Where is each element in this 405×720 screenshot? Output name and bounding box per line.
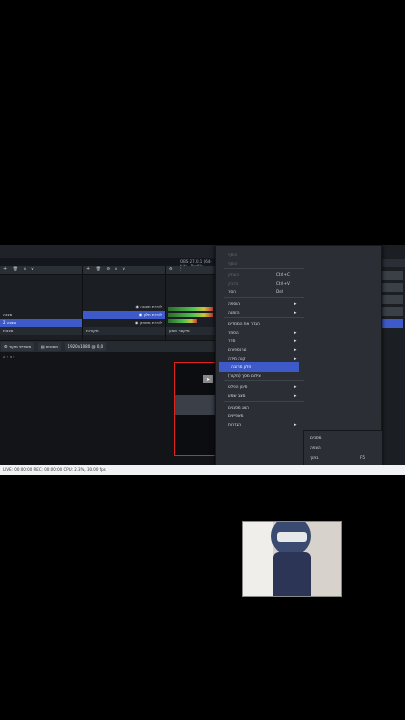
window-info-bar: OBS 27.0.1 (64-bit) - Profile [0, 258, 215, 269]
control-button[interactable] [382, 307, 403, 316]
source-up-icon[interactable]: ∧ [112, 266, 118, 271]
webcam-video [242, 521, 342, 597]
tab-filters[interactable]: ▤ מסננים [37, 342, 61, 351]
person-body [273, 552, 311, 596]
control-button[interactable] [382, 295, 403, 304]
menu-item[interactable]: הזמנה ▸ [216, 308, 381, 318]
menu-shortcut: Del [276, 289, 283, 295]
sources-toolbar: + 🗑 ⚙ ∧ ∨ [83, 266, 165, 275]
selected-source-bounds[interactable] [174, 362, 217, 456]
mixer-settings-icon[interactable]: ⚙ [166, 266, 173, 271]
preview-breadcrumb: ⌂ › ◂ › [3, 354, 15, 359]
mixer-footer: מיקסר שמע [166, 327, 215, 335]
add-scene-button[interactable]: + [0, 266, 7, 272]
tab-label: מסננים [45, 344, 58, 349]
remove-scene-icon[interactable]: 🗑 [9, 266, 18, 271]
menu-item-label: הסר [228, 289, 236, 295]
submenu-item[interactable]: בתוך F5 [304, 453, 382, 463]
submenu-item[interactable]: מסכים [304, 433, 382, 443]
control-button[interactable] [382, 283, 403, 292]
start-recording-button[interactable] [382, 319, 403, 328]
menu-separator [224, 317, 304, 319]
sources-footer: מקורות [83, 327, 165, 335]
menu-item[interactable]: הגדרות ▸ [216, 420, 381, 430]
add-source-button[interactable]: + [83, 266, 90, 272]
submenu-item[interactable]: הצפה [304, 443, 382, 453]
controls-panel [380, 245, 405, 475]
menu-item[interactable]: הסר Del [216, 287, 381, 297]
volume-slider[interactable] [168, 319, 198, 323]
source-item[interactable]: ◉ לכידת תצוגה [83, 303, 165, 311]
captured-window-thumbnail [175, 395, 216, 415]
remove-source-icon[interactable]: 🗑 [92, 266, 101, 271]
menu-item[interactable]: הוסף [216, 259, 381, 269]
tab-source-properties[interactable]: ⚙ מאפייני מקור [1, 342, 35, 351]
submenu-item-label: הצפה [310, 445, 321, 450]
scene-up-icon[interactable]: ∧ [19, 266, 26, 271]
submenu-item-label: מסכים [310, 435, 322, 440]
status-text: LIVE: 00:00:00 REC: 00:00:00 CPU: 2.3%, … [3, 467, 106, 472]
menu-item-label: צילום מסך (מקור) [228, 372, 261, 378]
submenu-arrow-icon: ▸ [294, 421, 297, 428]
tab-resolution[interactable]: 1920x1080 @ 0,0 [64, 342, 107, 351]
menu-item-label: מצב שמע [228, 393, 246, 398]
submenu-shortcut: F5 [360, 455, 366, 460]
source-item[interactable]: ◉ לכידת משחק [83, 319, 165, 327]
source-label: לכידת חלון [143, 312, 162, 317]
status-bar: LIVE: 00:00:00 REC: 00:00:00 CPU: 2.3%, … [0, 465, 405, 475]
wall-background [243, 522, 273, 596]
menu-separator [224, 400, 304, 402]
source-label: לכידת משחק [139, 320, 162, 325]
menu-separator [224, 380, 304, 382]
mixer-toolbar: ⚙ ⋮ [166, 266, 215, 275]
scenes-footer: סצנות [0, 327, 82, 335]
menu-item-label: הגדרות [228, 421, 242, 427]
menu-item[interactable]: צילום מסך (מקור) [216, 371, 381, 381]
source-item-selected[interactable]: ◉ לכידת חלון [83, 311, 165, 319]
mixer-panel: ⚙ ⋮ מיקסר שמע [166, 266, 216, 340]
scenes-panel: + 🗑 ∧ ∨ סצנה סצנה 2 סצנות [0, 266, 83, 340]
menu-item-label: הוסף [228, 260, 238, 266]
menu-item[interactable]: מצב שמע ▸ [216, 391, 381, 401]
submenu-arrow-icon: ▸ [294, 393, 297, 399]
scene-down-icon[interactable]: ∨ [28, 266, 34, 271]
controls-header [380, 259, 405, 267]
mouse-cursor-icon: ➤ [206, 377, 211, 383]
sources-panel: + 🗑 ⚙ ∧ ∨ ◉ לכידת תצוגה ◉ לכידת חלון ◉ ל… [83, 266, 166, 340]
glasses-shape [277, 532, 307, 542]
scenes-toolbar: + 🗑 ∧ ∨ [0, 266, 82, 275]
source-label: לכידת תצוגה [140, 304, 162, 309]
tab-label: מאפייני מקור [8, 344, 32, 349]
mixer-menu-icon[interactable]: ⋮ [174, 266, 182, 271]
control-button[interactable] [382, 271, 403, 280]
submenu-arrow-icon: ▸ [294, 309, 297, 316]
menu-separator [224, 297, 304, 298]
source-down-icon[interactable]: ∨ [119, 266, 125, 271]
scene-item-selected[interactable]: סצנה 2 [0, 319, 82, 327]
menu-separator [224, 268, 304, 270]
submenu-item-label: בתוך [310, 455, 319, 460]
scene-item[interactable]: סצנה [0, 311, 82, 319]
menu-item-label: הזמנה [228, 309, 240, 315]
source-settings-icon[interactable]: ⚙ [102, 266, 110, 271]
audio-meter [168, 307, 213, 311]
audio-meter [168, 313, 213, 317]
